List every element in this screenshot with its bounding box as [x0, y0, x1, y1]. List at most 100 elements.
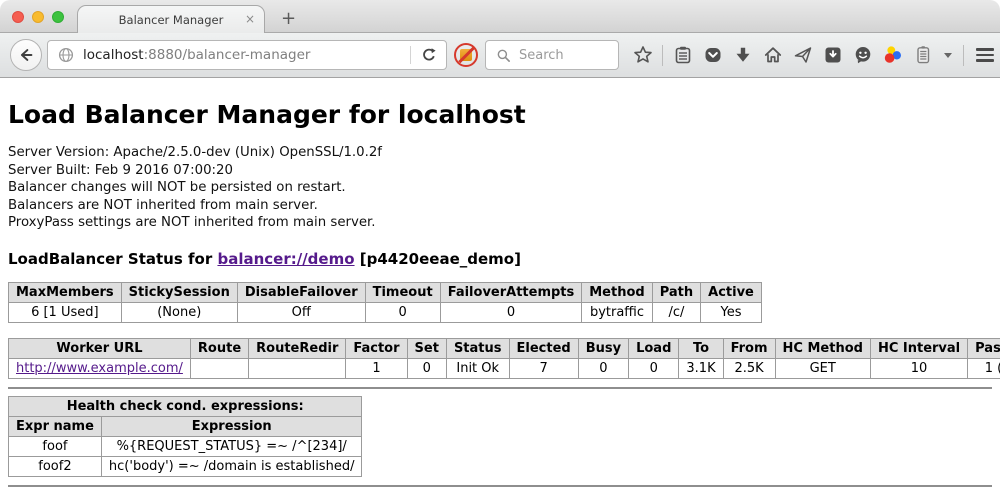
table-header-cell: To	[679, 338, 723, 358]
health-table-title: Health check cond. expressions:	[9, 396, 362, 416]
loadbalancer-status-line: LoadBalancer Status for balancer://demo …	[8, 250, 992, 268]
tab-title: Balancer Manager	[119, 13, 224, 27]
table-header-cell: DisableFailover	[237, 282, 365, 302]
menu-icon[interactable]	[973, 45, 997, 66]
table-header-cell: From	[723, 338, 775, 358]
divider	[8, 387, 992, 389]
separator	[662, 45, 663, 66]
worker-table-data-row: http://www.example.com/ 1 0 Init Ok 7 0 …	[9, 358, 1000, 378]
bookmark-star-icon[interactable]	[632, 45, 653, 66]
table-cell: 6 [1 Used]	[9, 302, 122, 322]
search-icon	[493, 45, 514, 66]
reload-icon[interactable]	[418, 45, 439, 66]
back-arrow-icon	[17, 46, 35, 64]
table-header-cell: Active	[701, 282, 762, 302]
table-header-cell: HC Interval	[870, 338, 967, 358]
url-bar[interactable]: localhost:8880/balancer-manager	[47, 40, 447, 70]
smiley-chat-icon[interactable]	[852, 45, 873, 66]
table-header-cell: Expression	[101, 416, 362, 436]
close-window-button[interactable]	[12, 11, 24, 23]
table-header-cell: StickySession	[121, 282, 237, 302]
table-cell: 1	[346, 358, 407, 378]
page-content: Load Balancer Manager for localhost Serv…	[0, 78, 1000, 490]
plugin-blocked-icon[interactable]	[454, 43, 478, 67]
navigation-toolbar: localhost:8880/balancer-manager	[0, 33, 1000, 78]
divider	[8, 485, 992, 487]
table-cell: 0	[578, 358, 628, 378]
save-to-device-icon[interactable]	[822, 45, 843, 66]
table-header-cell: Path	[652, 282, 700, 302]
send-tab-icon[interactable]	[792, 45, 813, 66]
table-cell: Yes	[701, 302, 762, 322]
worker-table-header-row: Worker URL Route RouteRedir Factor Set S…	[9, 338, 1000, 358]
table-header-cell: Route	[190, 338, 248, 358]
table-header-cell: Elected	[509, 338, 578, 358]
window-titlebar: Balancer Manager × +	[0, 0, 1000, 33]
home-icon[interactable]	[762, 45, 783, 66]
window-controls	[12, 11, 64, 23]
table-header-cell: Worker URL	[9, 338, 191, 358]
minimize-window-button[interactable]	[32, 11, 44, 23]
toolbar-icons	[632, 45, 1000, 66]
table-cell: Off	[237, 302, 365, 322]
table-cell: /c/	[652, 302, 700, 322]
notes-list-icon[interactable]	[912, 45, 933, 66]
balancer-table: MaxMembers StickySession DisableFailover…	[8, 282, 762, 323]
table-cell: 0	[407, 358, 446, 378]
zoom-window-button[interactable]	[52, 11, 64, 23]
pocket-icon[interactable]	[702, 45, 723, 66]
search-input[interactable]	[519, 48, 614, 63]
server-version-line: Server Version: Apache/2.5.0-dev (Unix) …	[8, 144, 992, 162]
table-cell: http://www.example.com/	[9, 358, 191, 378]
globe-icon	[55, 45, 76, 66]
colored-dots-extension-icon[interactable]	[882, 45, 903, 66]
table-header-cell: Timeout	[365, 282, 440, 302]
balancers-note-line: Balancers are NOT inherited from main se…	[8, 197, 992, 215]
table-header-cell: Set	[407, 338, 446, 358]
table-cell: %{REQUEST_STATUS} =~ /^[234]/	[101, 436, 362, 456]
table-cell: 0	[365, 302, 440, 322]
url-path: :8880/balancer-manager	[144, 47, 311, 63]
table-cell	[190, 358, 248, 378]
downloads-icon[interactable]	[732, 45, 753, 66]
close-tab-icon[interactable]: ×	[245, 13, 255, 25]
worker-url-link[interactable]: http://www.example.com/	[16, 361, 183, 376]
proxypass-note-line: ProxyPass settings are NOT inherited fro…	[8, 214, 992, 232]
table-header-cell: Passes	[968, 338, 1000, 358]
server-info: Server Version: Apache/2.5.0-dev (Unix) …	[8, 144, 992, 232]
table-header-cell: Method	[582, 282, 652, 302]
health-table-data-row: foof2 hc('body') =~ /domain is establish…	[9, 456, 362, 476]
balancer-demo-link[interactable]: balancer://demo	[217, 250, 354, 268]
table-cell	[249, 358, 346, 378]
page-title: Load Balancer Manager for localhost	[8, 100, 992, 129]
health-check-table: Health check cond. expressions: Expr nam…	[8, 396, 362, 477]
balancer-table-header-row: MaxMembers StickySession DisableFailover…	[9, 282, 762, 302]
table-cell: 0	[440, 302, 582, 322]
balancer-table-data-row: 6 [1 Used] (None) Off 0 0 bytraffic /c/ …	[9, 302, 762, 322]
dropdown-caret-icon[interactable]	[942, 45, 954, 66]
server-built-line: Server Built: Feb 9 2016 07:00:20	[8, 162, 992, 180]
url-text: localhost:8880/balancer-manager	[83, 47, 403, 63]
reading-list-icon[interactable]	[672, 45, 693, 66]
table-cell: Init Ok	[446, 358, 509, 378]
browser-tab[interactable]: Balancer Manager ×	[77, 5, 265, 33]
health-table-header-row: Expr name Expression	[9, 416, 362, 436]
table-cell: 3.1K	[679, 358, 723, 378]
table-cell: foof	[9, 436, 102, 456]
table-header-cell: HC Method	[775, 338, 870, 358]
search-bar	[485, 40, 619, 70]
back-button[interactable]	[10, 39, 42, 71]
table-header-cell: FailoverAttempts	[440, 282, 582, 302]
browser-window: Balancer Manager × + localhost:8880/bala…	[0, 0, 1000, 491]
table-cell: hc('body') =~ /domain is established/	[101, 456, 362, 476]
separator	[963, 45, 964, 66]
status-prefix: LoadBalancer Status for	[8, 250, 217, 268]
persist-note-line: Balancer changes will NOT be persisted o…	[8, 179, 992, 197]
table-header-cell: RouteRedir	[249, 338, 346, 358]
health-table-title-row: Health check cond. expressions:	[9, 396, 362, 416]
table-header-cell: Expr name	[9, 416, 102, 436]
table-header-cell: Status	[446, 338, 509, 358]
worker-table: Worker URL Route RouteRedir Factor Set S…	[8, 338, 1000, 379]
status-suffix: [p4420eeae_demo]	[355, 250, 521, 268]
new-tab-button[interactable]: +	[281, 10, 296, 28]
